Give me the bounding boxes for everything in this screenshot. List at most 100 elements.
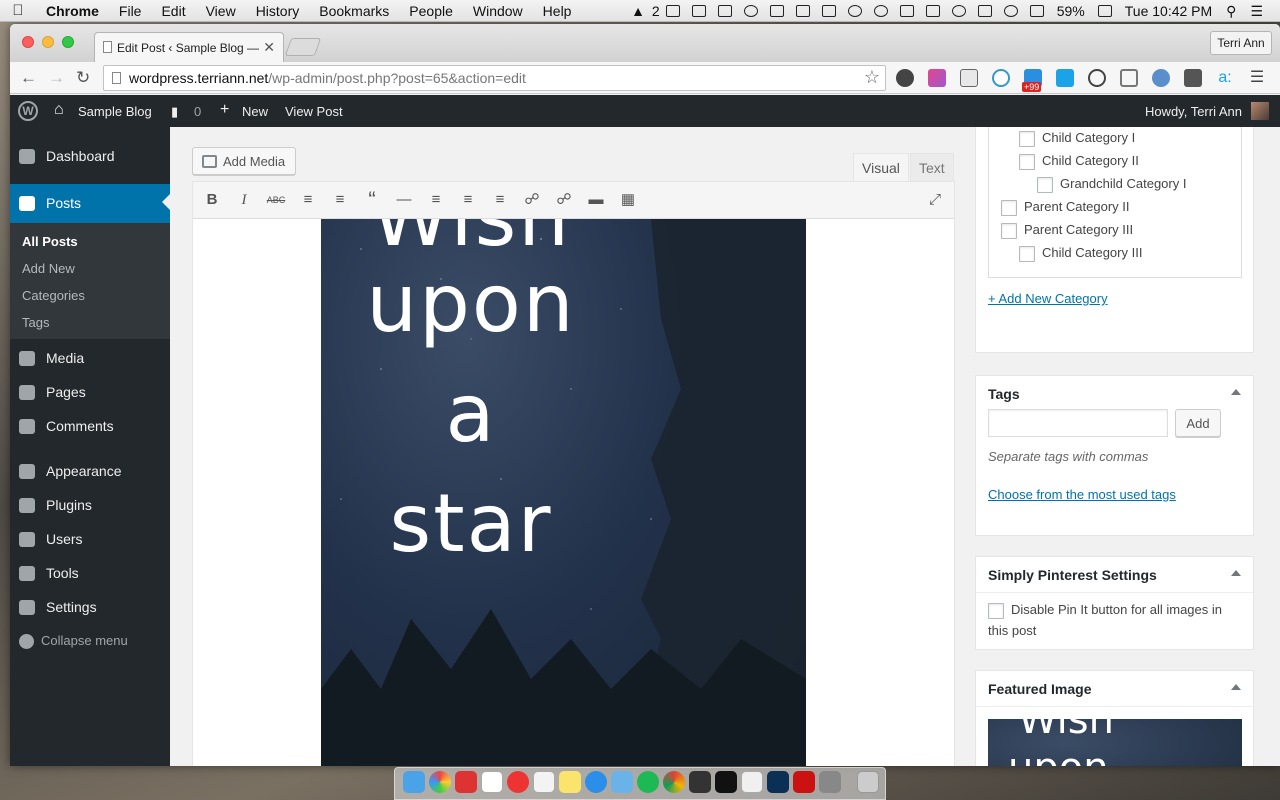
- menu-bookmarks[interactable]: Bookmarks: [309, 3, 399, 19]
- tag-input[interactable]: [988, 409, 1168, 437]
- chrome-icon[interactable]: [663, 771, 685, 793]
- checkbox[interactable]: [1037, 176, 1053, 193]
- menu-app-chrome[interactable]: Chrome: [36, 3, 109, 19]
- site-name-link[interactable]: Sample Blog: [78, 104, 152, 119]
- sidebar-item-comments[interactable]: Comments: [10, 409, 170, 443]
- calendar-icon[interactable]: [481, 771, 503, 793]
- avatar[interactable]: [1251, 102, 1269, 120]
- chrome-menu-icon[interactable]: ☰: [1248, 69, 1266, 87]
- extension-color-icon[interactable]: [928, 69, 946, 87]
- sidebar-item-pages[interactable]: Pages: [10, 375, 170, 409]
- sidebar-item-appearance[interactable]: Appearance: [10, 454, 170, 488]
- category-parent-2[interactable]: Parent Category II: [1001, 199, 1130, 216]
- sidebar-item-plugins[interactable]: Plugins: [10, 488, 170, 522]
- checkbox[interactable]: [988, 602, 1004, 619]
- menu-app-icon[interactable]: [821, 5, 836, 17]
- notification-bell-icon[interactable]: [899, 5, 914, 17]
- address-bar[interactable]: wordpress.terriann.net/wp-admin/post.php…: [103, 65, 886, 91]
- category-child-2[interactable]: Child Category II: [1019, 153, 1139, 170]
- extension-a-icon[interactable]: a:: [1216, 69, 1234, 87]
- extension-evernote-clip-icon[interactable]: [1184, 69, 1202, 87]
- gear-status-icon[interactable]: [873, 5, 888, 17]
- tab-close-icon[interactable]: ✕: [263, 39, 275, 56]
- comment-bubble-icon[interactable]: ▮: [171, 104, 178, 120]
- post-image[interactable]: Wish upon a star: [321, 219, 806, 766]
- fullscreen-icon[interactable]: ⤢: [925, 190, 945, 210]
- category-child-3[interactable]: Child Category III: [1019, 245, 1142, 262]
- numbered-list-icon[interactable]: ≡: [330, 190, 350, 210]
- screen-record-icon[interactable]: [769, 5, 784, 17]
- extension-info-icon[interactable]: [1088, 69, 1106, 87]
- bookmark-star-icon[interactable]: ☆: [864, 67, 880, 88]
- most-used-tags-link[interactable]: Choose from the most used tags: [988, 487, 1176, 502]
- menu-people[interactable]: People: [399, 3, 463, 19]
- wifi-icon[interactable]: [1003, 5, 1018, 17]
- sidebar-item-posts[interactable]: Posts: [10, 184, 170, 223]
- spotify-icon[interactable]: [637, 771, 659, 793]
- apple-menu-icon[interactable]: : [0, 2, 36, 19]
- tab-visual[interactable]: Visual: [853, 153, 909, 181]
- extension-circle-icon[interactable]: [992, 69, 1010, 87]
- home-icon[interactable]: ⌂: [54, 101, 64, 119]
- trash-icon[interactable]: [857, 771, 879, 793]
- dropbox-icon[interactable]: [691, 5, 706, 17]
- add-tag-button[interactable]: Add: [1175, 409, 1221, 437]
- battery-icon[interactable]: [1097, 5, 1112, 17]
- category-parent-3[interactable]: Parent Category III: [1001, 222, 1133, 239]
- read-more-icon[interactable]: ▬: [586, 190, 606, 210]
- evernote-icon[interactable]: [717, 5, 732, 17]
- sidebar-item-dashboard[interactable]: Dashboard: [10, 139, 170, 173]
- sidebar-item-settings[interactable]: Settings: [10, 590, 170, 624]
- app-store-icon[interactable]: [585, 771, 607, 793]
- spotlight-search-icon[interactable]: ⚲: [1226, 3, 1236, 20]
- plus-icon[interactable]: +: [220, 101, 229, 119]
- strikethrough-icon[interactable]: ABC: [266, 190, 286, 210]
- pinterest-panel-header[interactable]: Simply Pinterest Settings: [976, 557, 1253, 593]
- google-drive-icon[interactable]: [665, 5, 680, 17]
- preview-icon[interactable]: [611, 771, 633, 793]
- align-center-icon[interactable]: ≡: [458, 190, 478, 210]
- menubar-clock[interactable]: Tue 10:42 PM: [1125, 3, 1212, 19]
- camera-icon[interactable]: [795, 5, 810, 17]
- sublime-icon[interactable]: [689, 771, 711, 793]
- notification-center-icon[interactable]: ☰: [1250, 3, 1263, 20]
- toolbar-toggle-icon[interactable]: ▦: [618, 190, 638, 210]
- finder-icon[interactable]: [403, 771, 425, 793]
- menu-file[interactable]: File: [109, 3, 152, 19]
- reload-icon[interactable]: ↻: [76, 68, 90, 88]
- wordpress-logo-icon[interactable]: W: [18, 101, 38, 121]
- onepassword-icon[interactable]: [743, 5, 758, 17]
- bluetooth-icon[interactable]: [977, 5, 992, 17]
- submenu-tags[interactable]: Tags: [22, 315, 49, 330]
- airplay-icon[interactable]: [925, 5, 940, 17]
- add-media-button[interactable]: Add Media: [192, 147, 296, 175]
- itunes-icon[interactable]: [507, 771, 529, 793]
- menu-help[interactable]: Help: [533, 3, 582, 19]
- menu-view[interactable]: View: [196, 3, 246, 19]
- bold-icon[interactable]: B: [202, 190, 222, 210]
- menu-edit[interactable]: Edit: [151, 3, 195, 19]
- sidebar-item-media[interactable]: Media: [10, 341, 170, 375]
- checkbox[interactable]: [1019, 153, 1035, 170]
- new-content-link[interactable]: New: [242, 104, 268, 119]
- window-zoom-button[interactable]: [62, 36, 74, 48]
- disable-pin-it-option[interactable]: Disable Pin It button for all images in: [988, 602, 1222, 619]
- cast-icon[interactable]: [1120, 69, 1138, 87]
- extension-download-icon[interactable]: [1056, 69, 1074, 87]
- checkbox[interactable]: [1001, 199, 1017, 216]
- category-child-1[interactable]: Child Category I: [1019, 130, 1135, 147]
- sidebar-item-users[interactable]: Users: [10, 522, 170, 556]
- acrobat-icon[interactable]: [793, 771, 815, 793]
- view-post-link[interactable]: View Post: [285, 104, 343, 119]
- new-tab-button[interactable]: [284, 38, 322, 56]
- submenu-add-new[interactable]: Add New: [22, 261, 75, 276]
- tags-panel-header[interactable]: Tags: [976, 376, 1253, 412]
- back-arrow-icon[interactable]: ←: [20, 68, 37, 88]
- profile-button[interactable]: Terri Ann: [1210, 31, 1272, 55]
- submenu-all-posts[interactable]: All Posts: [22, 234, 78, 249]
- adobe-status-icon[interactable]: ▲: [631, 3, 645, 19]
- feed-icon[interactable]: [847, 5, 862, 17]
- align-right-icon[interactable]: ≡: [490, 190, 510, 210]
- blockquote-icon[interactable]: “: [362, 189, 382, 211]
- featured-image-header[interactable]: Featured Image: [976, 671, 1253, 707]
